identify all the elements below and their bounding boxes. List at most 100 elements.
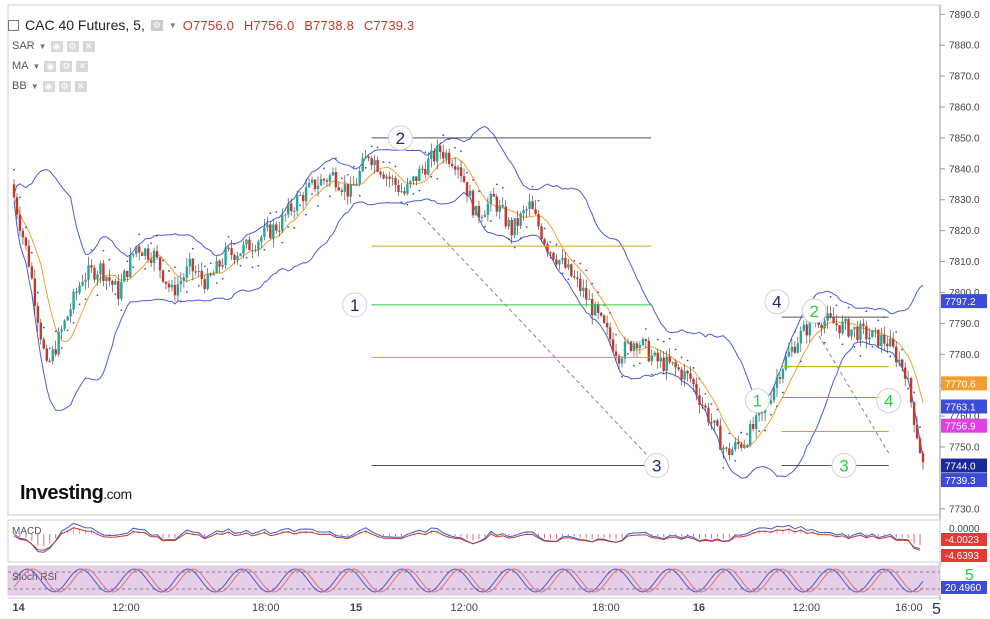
candle-body [593, 304, 597, 316]
candle-body [704, 405, 707, 408]
sar-dot [108, 258, 111, 261]
candle-body [424, 168, 427, 175]
candle-body [286, 203, 290, 215]
candle-body [418, 168, 421, 182]
candle-body [856, 326, 859, 341]
candle-body [51, 349, 54, 362]
indicator-label: BB [12, 80, 27, 92]
indicator-ma[interactable]: MA ▼ ◉ ⚙ ✕ [12, 60, 89, 72]
candle-body [316, 185, 320, 190]
candle-body [397, 184, 400, 192]
candle-body [474, 205, 478, 216]
candle-body [769, 400, 773, 404]
candle-body [33, 278, 37, 306]
sar-dot [209, 262, 212, 265]
candle-body [367, 156, 370, 159]
eye-icon[interactable]: ◉ [50, 40, 63, 52]
candle-body [781, 369, 785, 379]
sar-dot [680, 356, 683, 359]
candle-body [599, 312, 603, 316]
chevron-down-icon[interactable]: ▼ [31, 82, 39, 91]
candle-body [638, 345, 642, 349]
candle-body [707, 407, 710, 423]
high-value: H7756.0 [243, 17, 295, 33]
candle-body [701, 404, 704, 406]
candle-body [266, 224, 269, 228]
candle-body [90, 265, 93, 268]
sar-dot [728, 432, 731, 435]
close-icon[interactable]: ✕ [74, 80, 87, 92]
gear-icon[interactable]: ⚙ [66, 40, 79, 52]
sar-dot [150, 242, 152, 245]
sar-dot [156, 234, 158, 237]
wave-label: 1 [350, 296, 359, 315]
chart-canvas[interactable]: 7890.0 7880.0 7870.0 7860.0 7850.0 7840.0 7830… [0, 0, 990, 619]
sar-dot [78, 303, 81, 306]
sar-dot [299, 204, 302, 207]
sar-dot [573, 260, 576, 262]
candle-body [486, 203, 490, 216]
candle-body [322, 179, 326, 181]
chevron-down-icon[interactable]: ▼ [39, 42, 47, 51]
candle-body [421, 168, 424, 170]
close-icon[interactable]: ✕ [76, 60, 89, 72]
candle-body [42, 339, 46, 349]
candle-body [72, 291, 75, 310]
candle-body [412, 176, 415, 182]
candle-body [713, 420, 716, 423]
y-tick-label: 7890.0 [949, 10, 980, 21]
indicator-sar[interactable]: SAR ▼ ◉ ⚙ ✕ [12, 40, 95, 52]
candle-body [444, 152, 448, 159]
sar-dot [454, 146, 456, 149]
candle-body [379, 171, 382, 175]
sar-dot [239, 264, 242, 267]
sar-dot [662, 340, 665, 343]
sar-dot [913, 391, 915, 394]
sar-dot [329, 195, 331, 198]
settings-icon[interactable]: ⚙ [150, 19, 163, 31]
y-tick-label: 7830.0 [949, 195, 980, 206]
candle-body [430, 150, 433, 159]
candle-body [513, 218, 516, 236]
x-tick-label: 12:00 [793, 602, 821, 614]
candle-body [63, 320, 66, 330]
close-icon[interactable]: ✕ [82, 40, 95, 52]
sar-dot [484, 225, 486, 228]
candle-body [510, 219, 513, 236]
candle-body [647, 340, 651, 362]
y-tick-label: 7750.0 [949, 443, 980, 454]
sar-dot [144, 268, 147, 270]
gear-icon[interactable]: ⚙ [58, 80, 71, 92]
candle-body [295, 195, 299, 211]
candle-body [227, 247, 230, 249]
sar-dot [102, 249, 105, 252]
candle-body [349, 184, 352, 197]
gear-icon[interactable]: ⚙ [60, 60, 73, 72]
chevron-down-icon[interactable]: ▼ [169, 21, 177, 30]
candle-body [915, 424, 919, 439]
candle-body [343, 184, 347, 192]
candle-body [683, 371, 686, 380]
x-tick-label: 16 [693, 602, 705, 614]
indicator-label: SAR [12, 40, 35, 52]
eye-icon[interactable]: ◉ [42, 80, 55, 92]
candle-body [611, 339, 615, 352]
candle-body [841, 321, 844, 334]
indicator-label: MA [12, 60, 29, 72]
candle-body [543, 239, 546, 245]
candle-body [251, 249, 254, 251]
chevron-down-icon[interactable]: ▼ [33, 62, 41, 71]
candle-body [292, 210, 296, 212]
candle-body [874, 329, 877, 331]
candle-body [546, 244, 549, 253]
sar-dot [638, 362, 641, 365]
indicator-bb[interactable]: BB ▼ ◉ ⚙ ✕ [12, 80, 87, 92]
sar-dot [507, 238, 510, 241]
candle-body [176, 284, 180, 296]
candle-body [57, 331, 60, 355]
collapse-icon[interactable] [8, 19, 19, 31]
eye-icon[interactable]: ◉ [44, 60, 57, 72]
candle-body [742, 445, 746, 448]
candle-body [838, 325, 841, 334]
sar-dot [221, 277, 224, 280]
